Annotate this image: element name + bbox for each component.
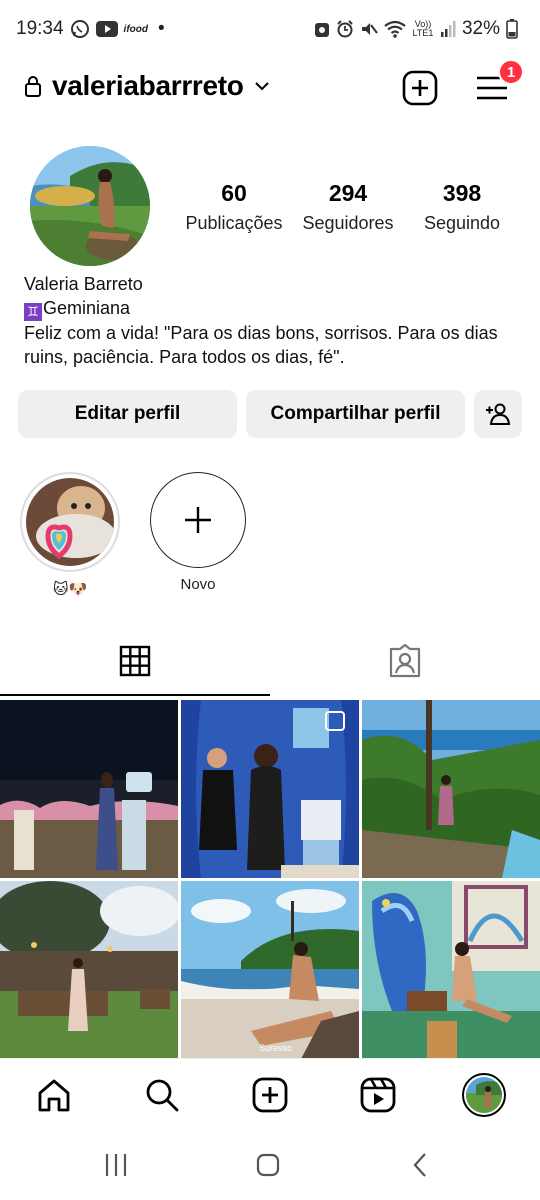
nav-profile-button[interactable]	[462, 1073, 506, 1117]
highlight-ring	[20, 472, 120, 572]
post-thumbnail[interactable]	[0, 700, 178, 878]
profile-tabs	[0, 628, 540, 696]
post-thumbnail[interactable]: Suresso	[181, 881, 359, 1059]
youtube-icon	[95, 21, 118, 37]
tab-tagged[interactable]	[270, 628, 540, 694]
bio-text: Feliz com a vida! "Para os dias bons, so…	[24, 323, 498, 367]
following-number: 398	[442, 180, 482, 206]
followers-number: 294	[328, 180, 368, 206]
edit-profile-button[interactable]: Editar perfil	[18, 390, 237, 438]
zodiac-line: ♊ Geminiana	[24, 296, 524, 321]
tagged-icon	[389, 644, 421, 678]
profile-avatar-small	[462, 1073, 506, 1117]
posts-grid: Suresso	[0, 700, 540, 1059]
sync-icon	[314, 20, 330, 38]
grid-icon	[119, 645, 151, 677]
home-square-icon	[256, 1153, 280, 1177]
system-navigation-bar	[0, 1130, 540, 1200]
wifi-icon	[384, 20, 406, 38]
gemini-icon: ♊	[24, 303, 42, 321]
recent-apps-icon	[105, 1154, 127, 1176]
nav-create-button[interactable]	[248, 1073, 292, 1117]
new-highlight-ring	[150, 472, 246, 568]
profile-header: valeriabarrreto 1	[0, 59, 540, 112]
post-thumbnail[interactable]	[181, 700, 359, 878]
mute-icon	[360, 20, 378, 38]
display-name: Valeria Barreto	[24, 274, 143, 294]
new-highlight-label: Novo	[180, 576, 216, 593]
watermark-text: Suresso	[259, 1043, 292, 1053]
search-icon	[146, 1079, 179, 1112]
home-system-button[interactable]	[248, 1150, 288, 1180]
new-highlight-button[interactable]: Novo	[148, 472, 248, 593]
active-tab-indicator	[0, 694, 270, 696]
status-time: 19:34	[16, 18, 64, 39]
highlight-pets[interactable]: 🐱🐶	[20, 472, 120, 598]
battery-icon	[506, 19, 518, 39]
ifood-icon: ifood	[123, 23, 148, 35]
highlight-cover	[26, 478, 114, 566]
lock-icon	[24, 75, 42, 97]
bottom-navigation	[0, 1058, 540, 1128]
chevron-down-icon	[254, 81, 270, 91]
following-label: Seguindo	[423, 213, 501, 233]
status-right: Vo)) LTE1 32%	[314, 18, 518, 40]
posts-count[interactable]: 60 Publicações	[174, 180, 294, 234]
battery-percent: 32%	[461, 18, 500, 39]
menu-button[interactable]: 1	[472, 59, 524, 108]
followers-label: Seguidores	[302, 213, 394, 233]
discover-people-button[interactable]	[474, 390, 522, 438]
reels-icon	[360, 1077, 396, 1113]
account-switcher[interactable]: valeriabarrreto	[24, 70, 270, 102]
nav-search-button[interactable]	[140, 1073, 184, 1117]
username: valeriabarrreto	[52, 70, 244, 101]
followers-count[interactable]: 294 Seguidores	[288, 180, 408, 234]
zodiac-sign: Geminiana	[43, 298, 131, 318]
status-dot: •	[157, 18, 165, 39]
back-button[interactable]	[400, 1150, 440, 1180]
notification-badge: 1	[498, 59, 524, 85]
tab-posts-grid[interactable]	[0, 628, 270, 694]
posts-label: Publicações	[185, 213, 283, 233]
status-left: 19:34 ifood •	[16, 18, 165, 40]
add-person-icon	[486, 403, 511, 425]
signal-icon	[440, 20, 456, 38]
recent-apps-button[interactable]	[96, 1150, 136, 1180]
posts-number: 60	[221, 180, 247, 206]
share-profile-button[interactable]: Compartilhar perfil	[246, 390, 465, 438]
following-count[interactable]: 398 Seguindo	[402, 180, 522, 234]
plus-icon	[185, 507, 211, 533]
nav-home-button[interactable]	[32, 1073, 76, 1117]
nav-reels-button[interactable]	[356, 1073, 400, 1117]
whatsapp-icon	[70, 19, 90, 39]
home-icon	[38, 1079, 70, 1112]
profile-photo	[30, 146, 150, 266]
network-label: Vo)) LTE1	[412, 19, 434, 38]
back-chevron-icon	[413, 1153, 426, 1177]
status-bar: 19:34 ifood • Vo)) LTE1 32%	[0, 0, 540, 60]
alarm-icon	[336, 20, 354, 38]
highlight-label: 🐱🐶	[52, 581, 88, 598]
create-post-button[interactable]	[400, 68, 440, 108]
post-thumbnail[interactable]	[362, 881, 540, 1059]
post-thumbnail[interactable]	[362, 700, 540, 878]
post-thumbnail[interactable]	[0, 881, 178, 1059]
plus-square-icon	[402, 70, 438, 106]
profile-avatar[interactable]	[30, 146, 150, 266]
plus-square-icon	[252, 1077, 288, 1113]
profile-bio: Valeria Barreto ♊ Geminiana Feliz com a v…	[24, 272, 524, 369]
